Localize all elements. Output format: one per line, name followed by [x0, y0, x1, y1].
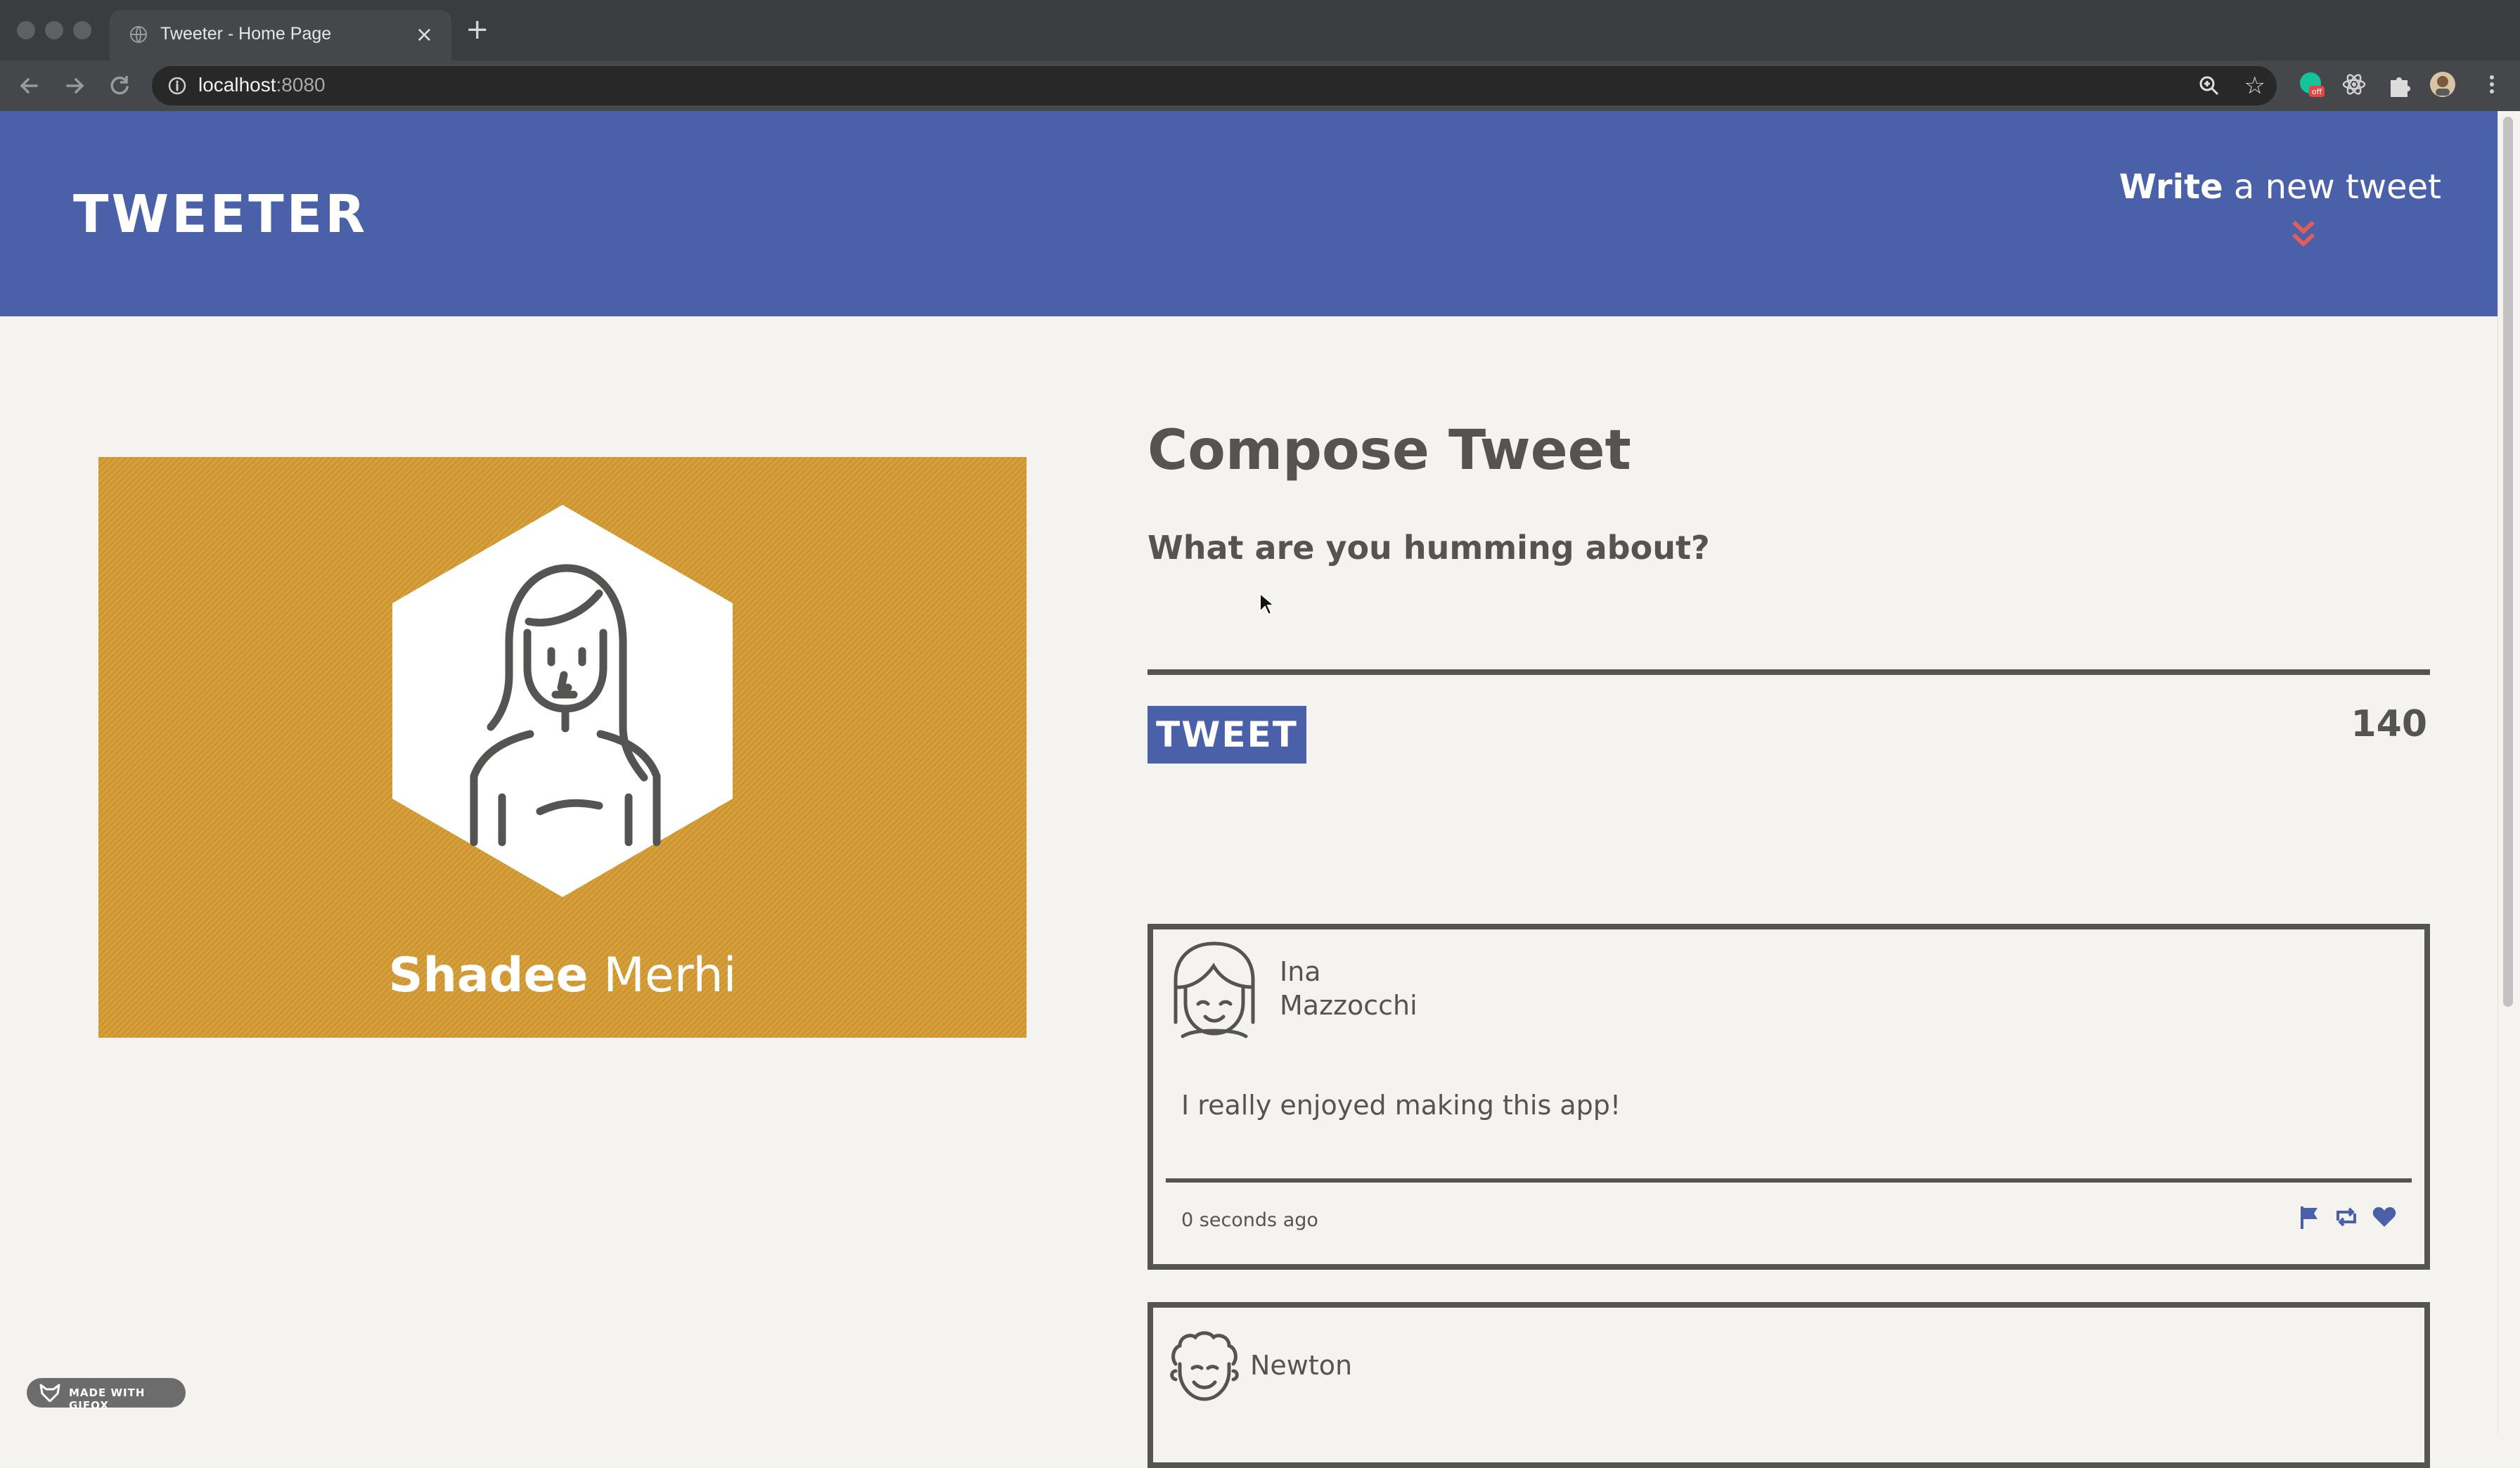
- tweet-card: Newton: [1148, 1302, 2430, 1468]
- tweet-actions: [2289, 1205, 2396, 1233]
- window-close-dot[interactable]: [17, 21, 35, 39]
- tab-close-icon[interactable]: ×: [416, 22, 433, 47]
- extension-grammarly-icon[interactable]: off: [2298, 70, 2326, 98]
- scrollbar-thumb[interactable]: [2503, 117, 2513, 1007]
- site-header: TWEETER Write a new tweet: [0, 111, 2498, 316]
- url-text: localhost:8080: [198, 74, 326, 96]
- tweet-user-name: Newton: [1250, 1350, 1353, 1381]
- tweet-divider: [1166, 1178, 2412, 1183]
- zoom-icon[interactable]: [2198, 75, 2220, 97]
- profile-avatar-hexagon: [392, 505, 733, 897]
- extensions-puzzle-icon[interactable]: [2385, 70, 2413, 98]
- write-new-tweet-link[interactable]: Write a new tweet: [2119, 167, 2441, 207]
- tweet-timestamp: 0 seconds ago: [1181, 1209, 1318, 1231]
- browser-tab-strip: Tweeter - Home Page × +: [0, 0, 2520, 60]
- user-avatar-icon: [1170, 1331, 1239, 1401]
- reload-icon[interactable]: [104, 70, 135, 101]
- compose-label: What are you humming about?: [1148, 529, 1710, 567]
- heart-icon[interactable]: [2372, 1206, 2396, 1228]
- tweet-textarea[interactable]: [1148, 577, 2430, 675]
- profile-name: Shadee Merhi: [388, 948, 737, 1003]
- bookmark-star-icon[interactable]: ☆: [2244, 72, 2265, 100]
- browser-tab[interactable]: Tweeter - Home Page ×: [110, 10, 451, 60]
- globe-icon: [130, 26, 147, 43]
- tweet-submit-button[interactable]: TWEET: [1148, 706, 1306, 764]
- browser-menu-icon[interactable]: [2478, 70, 2506, 98]
- back-arrow-icon[interactable]: [14, 70, 45, 101]
- react-devtools-icon[interactable]: [2340, 70, 2368, 98]
- new-tab-icon[interactable]: +: [465, 15, 489, 44]
- forward-arrow-icon[interactable]: [59, 70, 90, 101]
- retweet-icon[interactable]: [2334, 1206, 2359, 1228]
- character-counter: 140: [2351, 703, 2427, 745]
- compose-title: Compose Tweet: [1148, 419, 1631, 482]
- made-with-gifox-badge: MADE WITH GIFOX: [27, 1378, 186, 1412]
- tab-title: Tweeter - Home Page: [160, 24, 332, 44]
- tweet-content: I really enjoyed making this app!: [1181, 1090, 1621, 1121]
- flag-icon[interactable]: [2299, 1205, 2320, 1229]
- double-chevron-down-icon[interactable]: [2291, 218, 2316, 250]
- user-avatar-icon: [1174, 941, 1255, 1038]
- address-bar[interactable]: localhost:8080 ☆: [152, 66, 2277, 105]
- svg-text:off: off: [2312, 87, 2322, 96]
- browser-toolbar: localhost:8080 ☆: [0, 60, 2520, 111]
- site-logo[interactable]: TWEETER: [73, 184, 368, 245]
- fox-icon: [39, 1384, 60, 1402]
- tweet-user-name: Ina Mazzocchi: [1280, 956, 1418, 1021]
- info-icon[interactable]: [167, 76, 187, 96]
- window-maximize-dot[interactable]: [73, 21, 91, 39]
- mouse-cursor-icon: [1259, 592, 1274, 616]
- window-minimize-dot[interactable]: [45, 21, 63, 39]
- profile-avatar-icon[interactable]: [2429, 70, 2457, 98]
- profile-card: Shadee Merhi: [98, 457, 1027, 1038]
- tweet-card: Ina Mazzocchi I really enjoyed making th…: [1148, 924, 2430, 1270]
